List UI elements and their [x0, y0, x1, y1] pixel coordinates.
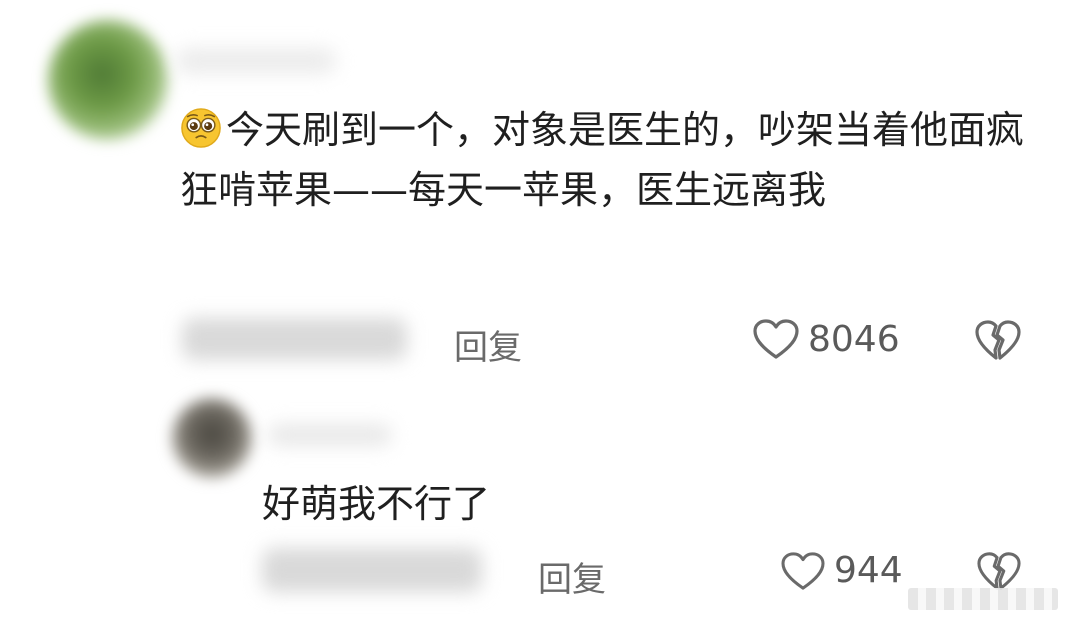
- comment-body: 今天刷到一个，对象是医生的，吵架当着他面疯狂啃苹果——每天一苹果，医生远离我: [180, 108, 1025, 212]
- meta-blurred: [182, 318, 407, 360]
- heart-outline-icon: [781, 551, 825, 590]
- broken-heart-icon[interactable]: [974, 318, 1022, 362]
- avatar[interactable]: [48, 20, 168, 140]
- like-button[interactable]: 8046: [752, 318, 900, 360]
- broken-heart-icon[interactable]: [976, 550, 1022, 592]
- meta-blurred: [262, 548, 482, 592]
- like-count: 8046: [808, 318, 900, 360]
- username-blurred[interactable]: [268, 424, 392, 446]
- heart-outline-icon: [753, 319, 799, 359]
- username-blurred[interactable]: [176, 48, 336, 74]
- reply-button[interactable]: 回复: [454, 320, 522, 369]
- comment-text: 好萌我不行了: [262, 482, 491, 526]
- pleading-face-emoji: [181, 108, 221, 148]
- reply-button[interactable]: 回复: [538, 552, 606, 601]
- watermark: [908, 588, 1058, 610]
- comment-text: 今天刷到一个，对象是医生的，吵架当着他面疯狂啃苹果——每天一苹果，医生远离我: [180, 100, 1040, 220]
- avatar[interactable]: [172, 398, 252, 478]
- like-count: 944: [834, 550, 903, 591]
- like-button[interactable]: 944: [780, 550, 903, 591]
